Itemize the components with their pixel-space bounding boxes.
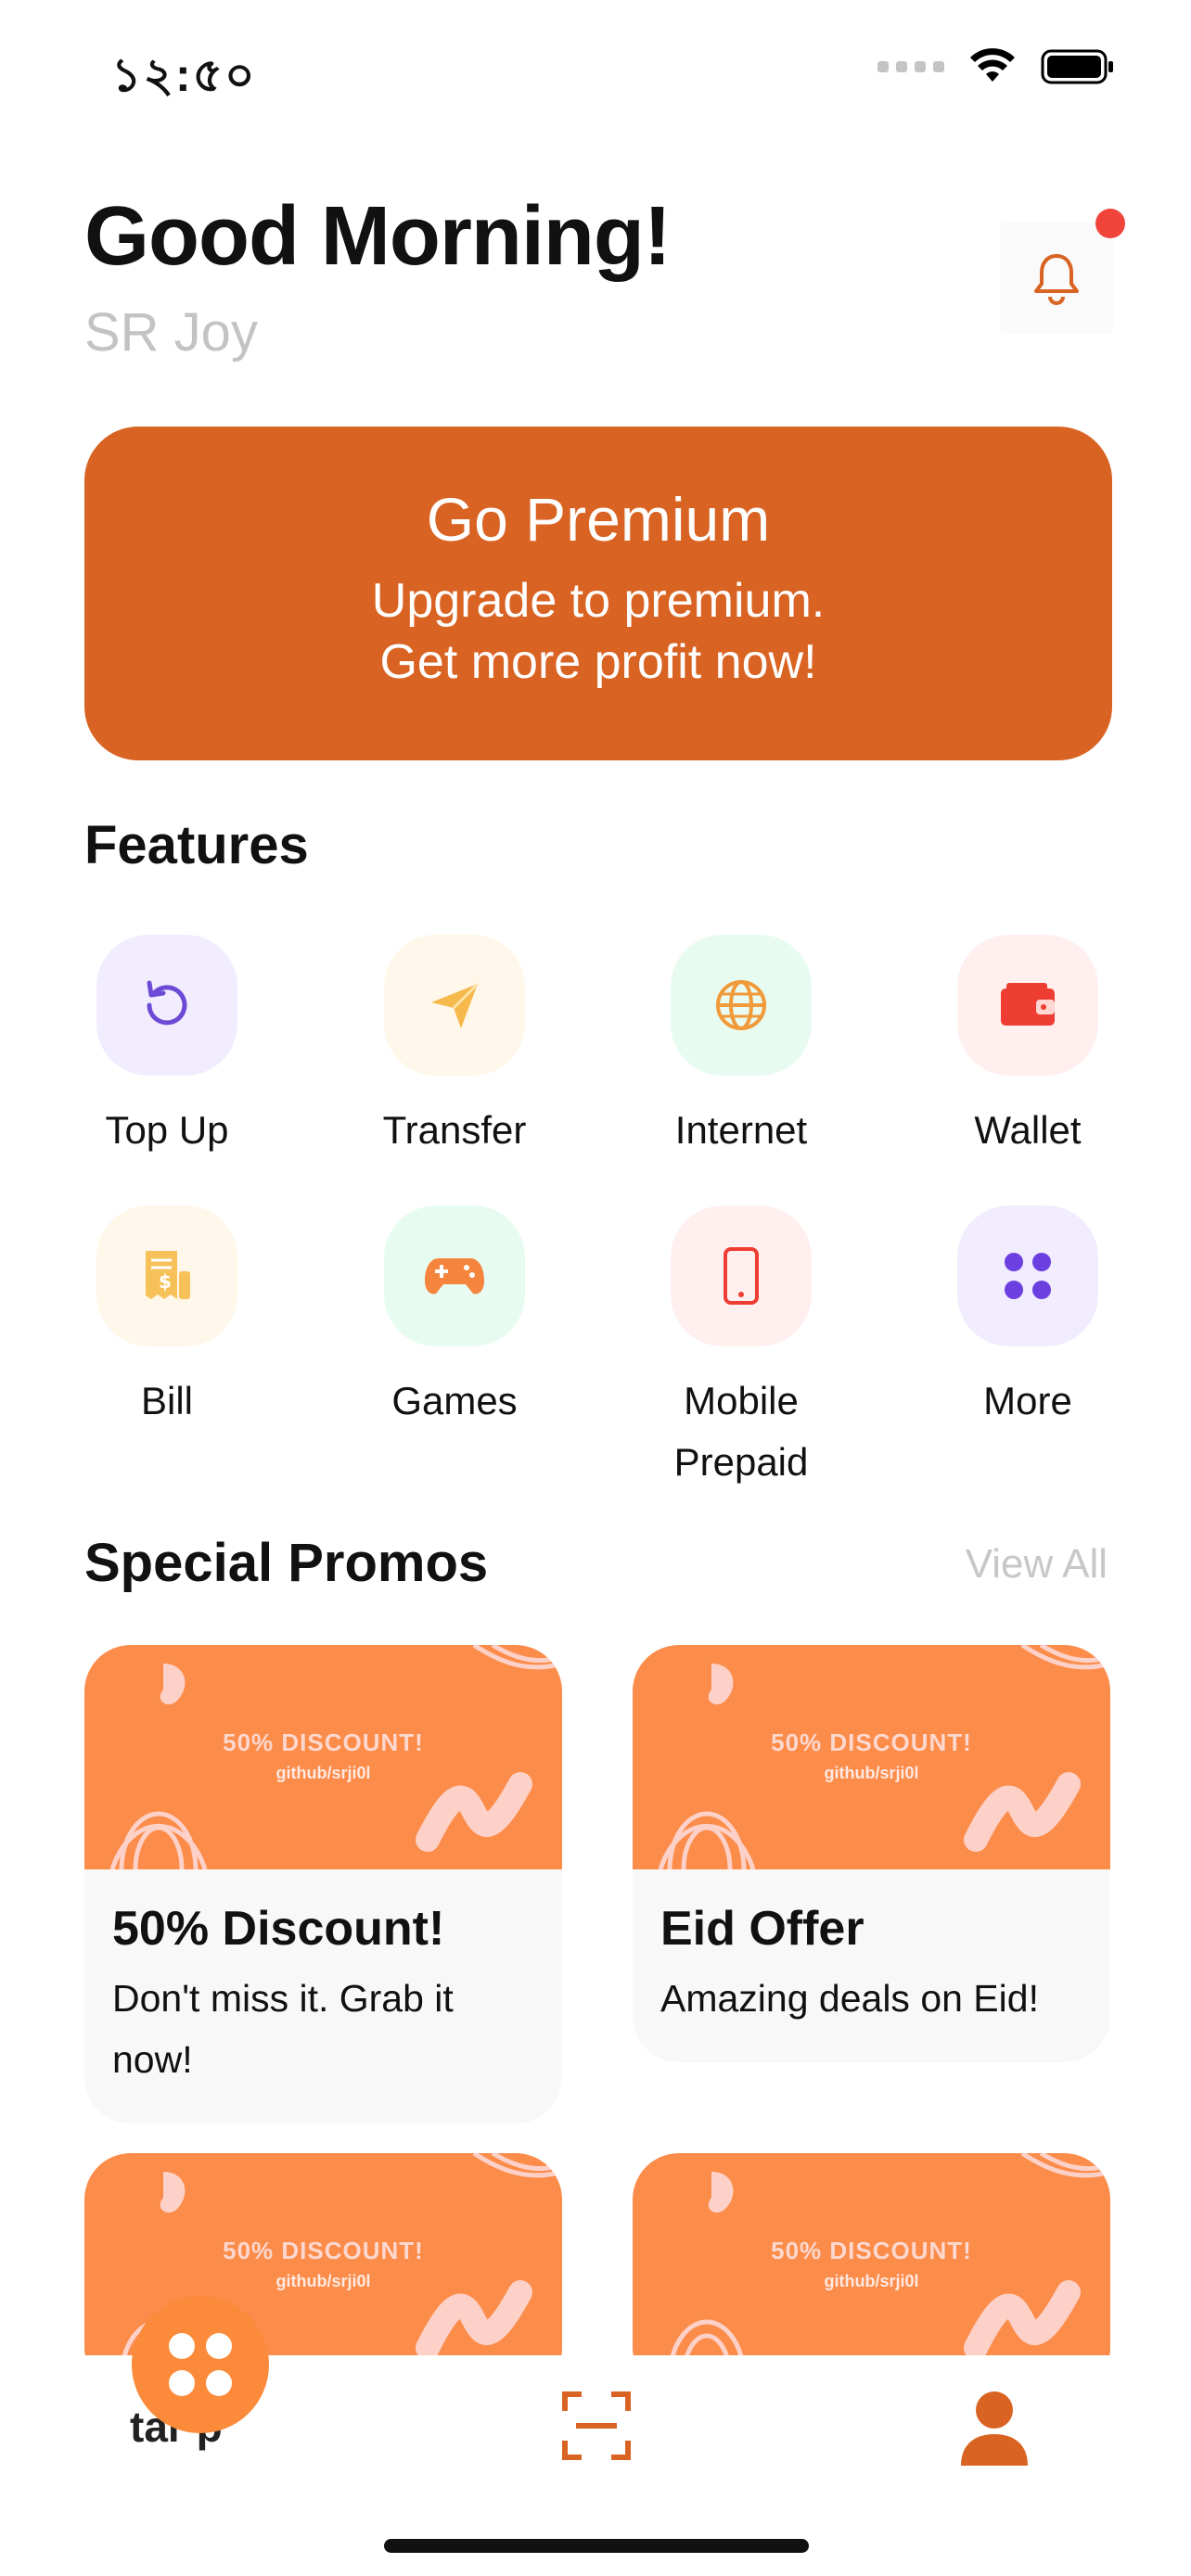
feature-top-up[interactable]: Top Up [56,935,278,1161]
greeting-title: Good Morning! [84,190,672,283]
promo-card-eid[interactable]: 50% DISCOUNT! github/srji0l Eid Offer Am… [633,1645,1110,2062]
promo-decoration [109,1645,562,1869]
home-fab-button[interactable] [132,2296,269,2433]
username: SR Joy [84,302,258,363]
notification-button[interactable] [1000,223,1113,334]
features-title: Features [84,815,309,875]
promo-banner-image: 50% DISCOUNT! github/srji0l [84,1645,562,1869]
feature-label: Wallet [974,1108,1082,1152]
promo-banner-subtitle: github/srji0l [824,1764,919,1782]
svg-text:$: $ [159,1270,172,1293]
bell-icon [1034,254,1079,305]
promo-banner-image: 50% DISCOUNT! github/srji0l [633,1645,1110,1869]
send-icon [384,935,525,1076]
premium-title: Go Premium [426,485,771,554]
scan-button[interactable] [561,2391,632,2461]
go-premium-card[interactable]: Go Premium Upgrade to premium. Get more … [84,427,1112,760]
promo-banner-subtitle: github/srji0l [824,2272,919,2290]
promo-banner-title: 50% DISCOUNT! [771,2237,972,2264]
feature-label: More [983,1379,1072,1422]
feature-games[interactable]: Games [343,1205,566,1432]
promo-decoration [658,1645,1110,1869]
battery-icon [1041,49,1113,84]
wifi-icon [970,48,1015,82]
refresh-icon [96,935,237,1076]
promo-card-discount[interactable]: 50% DISCOUNT! github/srji0l 50% Discount… [84,1645,562,2123]
gamepad-icon [384,1205,525,1346]
feature-label: Transfer [382,1108,527,1152]
grid-dots-icon [957,1205,1098,1346]
promo-banner-subtitle: github/srji0l [275,2272,371,2290]
grid-dots-icon [169,2333,232,2396]
view-all-link[interactable]: View All [966,1541,1108,1588]
wallet-icon [957,935,1098,1076]
feature-mobile-prepaid[interactable]: Mobile Prepaid [630,1205,852,1493]
feature-label: Top Up [105,1108,229,1152]
feature-label: Mobile Prepaid [673,1379,809,1484]
feature-internet[interactable]: Internet [630,935,852,1161]
promo-banner-title: 50% DISCOUNT! [771,1728,972,1756]
home-indicator [384,2539,809,2553]
notification-badge [1095,209,1125,238]
promo-description: Amazing deals on Eid! [660,1977,1039,2020]
promo-banner-title: 50% DISCOUNT! [223,1728,424,1756]
promo-banner-title: 50% DISCOUNT! [223,2237,424,2264]
feature-label: Games [391,1379,518,1422]
promo-decoration [667,2153,1110,2378]
user-icon [961,2391,1028,2466]
premium-subtitle-line1: Upgrade to premium. [371,574,826,628]
feature-bill[interactable]: $ Bill [56,1205,278,1432]
status-time: ১২:৫০ [111,49,257,101]
phone-icon [671,1205,812,1346]
special-promos-title: Special Promos [84,1533,489,1593]
feature-transfer[interactable]: Transfer [343,935,566,1161]
promo-banner-subtitle: github/srji0l [275,1764,371,1782]
status-icons [877,48,1115,85]
promo-title: 50% Discount! [112,1902,445,1956]
promo-banner-image: 50% DISCOUNT! github/srji0l [633,2153,1110,2378]
scan-icon [562,2391,631,2460]
feature-label: Bill [140,1379,193,1422]
premium-subtitle-line2: Get more profit now! [379,635,817,689]
bill-icon: $ [96,1205,237,1346]
signal-icon [877,61,944,72]
feature-label: Internet [674,1108,808,1152]
profile-button[interactable] [959,2388,1030,2468]
globe-icon [671,935,812,1076]
promo-title: Eid Offer [660,1902,864,1956]
feature-wallet[interactable]: Wallet [916,935,1139,1161]
feature-more[interactable]: More [916,1205,1139,1432]
promo-description: Don't miss it. Grab it now! [112,1977,454,2081]
status-bar: ১২:৫০ [0,0,1191,139]
